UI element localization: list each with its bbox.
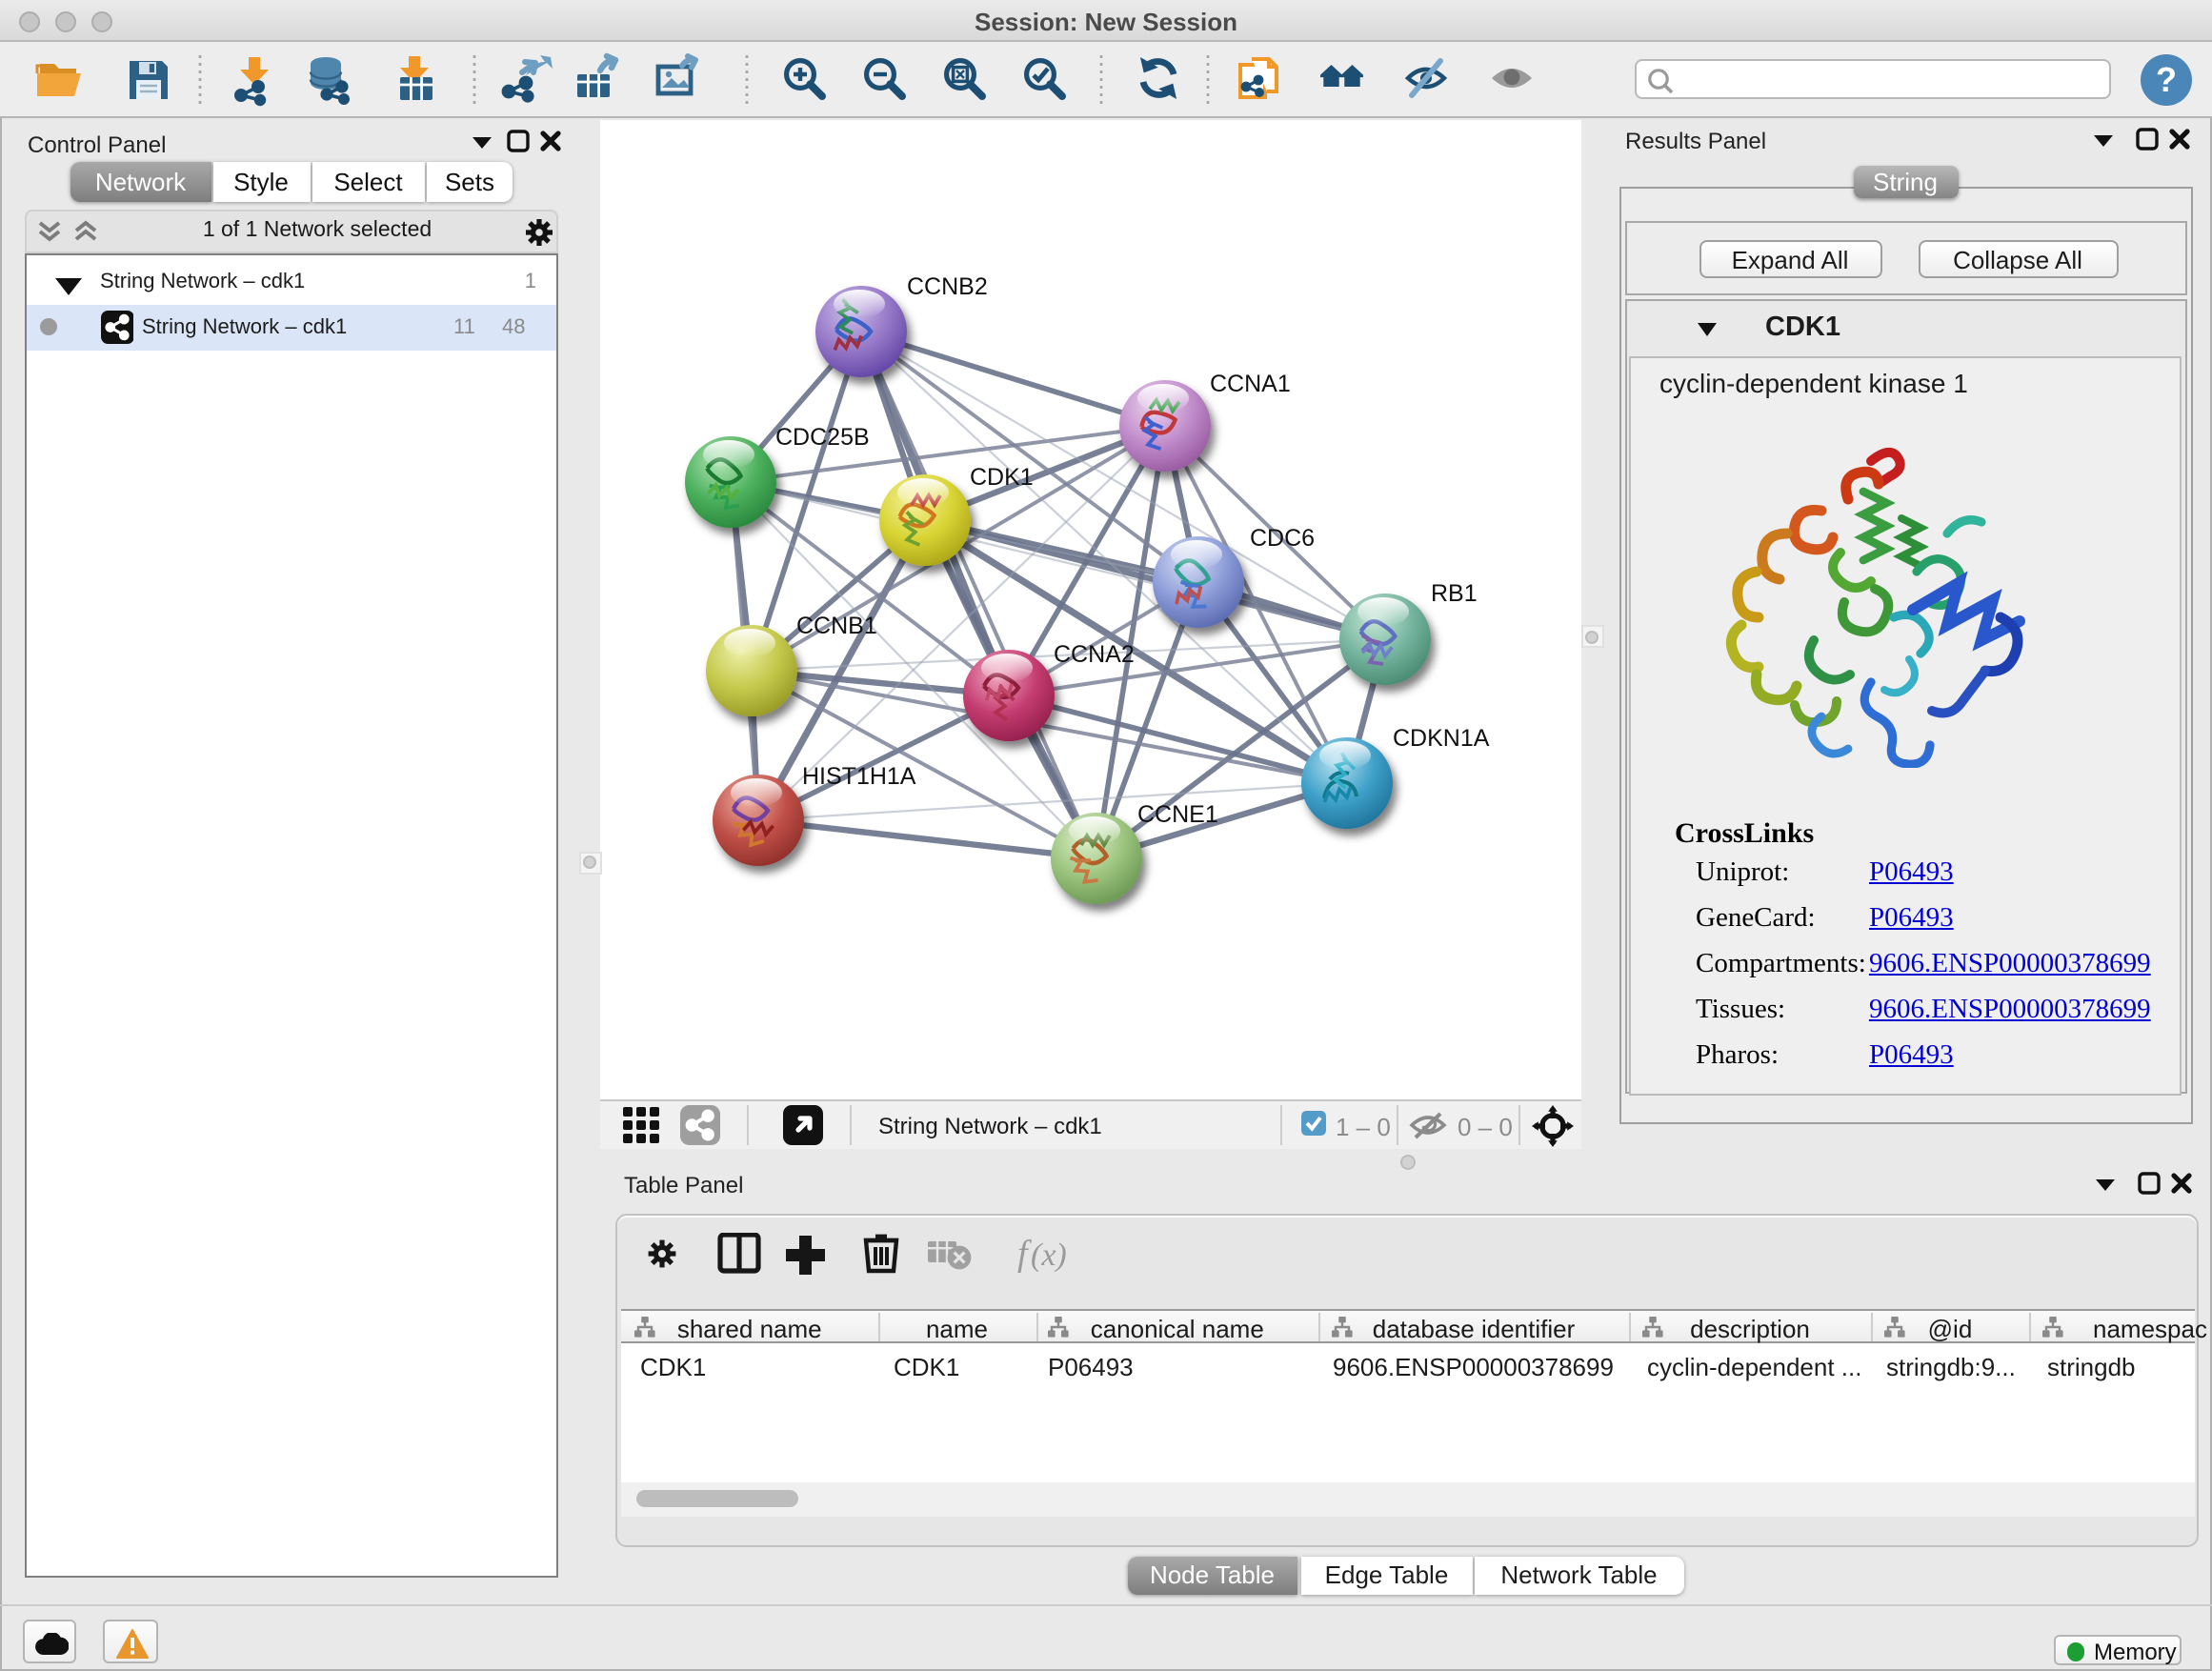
svg-text:CDC6: CDC6 bbox=[1250, 524, 1315, 551]
svg-text:CCNB1: CCNB1 bbox=[796, 612, 877, 638]
svg-text:RB1: RB1 bbox=[1431, 579, 1478, 606]
svg-text:CDC25B: CDC25B bbox=[775, 423, 870, 450]
svg-text:f: f bbox=[1016, 1234, 1031, 1274]
svg-text:CCNA2: CCNA2 bbox=[1054, 640, 1135, 667]
svg-text:CCNB2: CCNB2 bbox=[907, 272, 988, 299]
svg-text:HIST1H1A: HIST1H1A bbox=[802, 762, 916, 789]
svg-text:CCNE1: CCNE1 bbox=[1137, 800, 1218, 827]
svg-text:(x): (x) bbox=[1030, 1238, 1066, 1273]
svg-text:CCNA1: CCNA1 bbox=[1210, 370, 1291, 396]
svg-text:CDK1: CDK1 bbox=[970, 463, 1034, 490]
svg-text:CDKN1A: CDKN1A bbox=[1393, 724, 1490, 751]
svg-text:?: ? bbox=[2156, 60, 2177, 99]
